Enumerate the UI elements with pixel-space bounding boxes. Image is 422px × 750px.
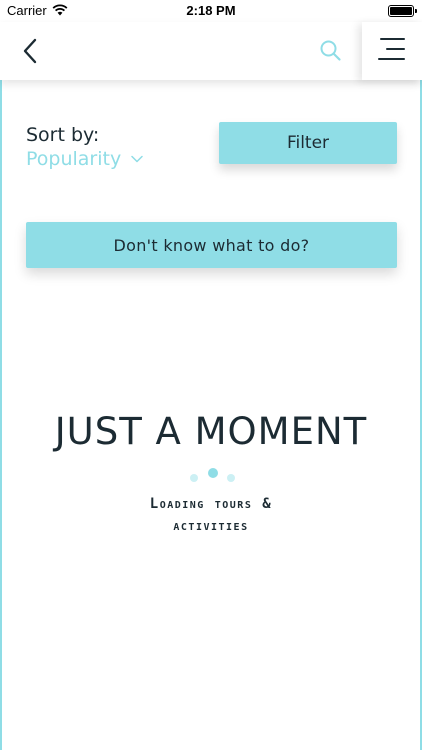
loading-subtitle-line-1: Loading tours &	[149, 496, 273, 512]
search-button[interactable]	[318, 38, 344, 64]
menu-button[interactable]	[362, 22, 422, 80]
loading-dot	[190, 474, 198, 482]
hamburger-menu-icon	[378, 38, 405, 60]
loading-dot	[227, 474, 235, 482]
sort-label: Sort by:	[26, 124, 100, 146]
loading-subtitle: Loading tours & activities	[2, 493, 420, 537]
search-icon	[320, 40, 341, 61]
back-button[interactable]	[18, 36, 46, 66]
sort-value: Popularity	[26, 148, 122, 170]
content-area: Sort by: Popularity Filter Don't know wh…	[0, 80, 422, 750]
sort-dropdown[interactable]: Popularity	[26, 148, 143, 170]
loading-subtitle-line-2: activities	[173, 518, 249, 534]
chevron-left-icon	[23, 38, 37, 64]
battery-icon	[388, 5, 417, 17]
loading-title: JUST A MOMENT	[54, 410, 368, 453]
chevron-down-icon	[131, 155, 143, 163]
clock: 2:18 PM	[186, 3, 236, 18]
loading-dots-icon	[188, 468, 238, 484]
filter-button[interactable]: Filter	[219, 122, 397, 164]
help-button[interactable]: Don't know what to do?	[26, 222, 397, 268]
loading-dot	[208, 468, 218, 478]
navigation-bar	[0, 22, 422, 80]
status-bar: Carrier 2:18 PM	[0, 0, 422, 22]
